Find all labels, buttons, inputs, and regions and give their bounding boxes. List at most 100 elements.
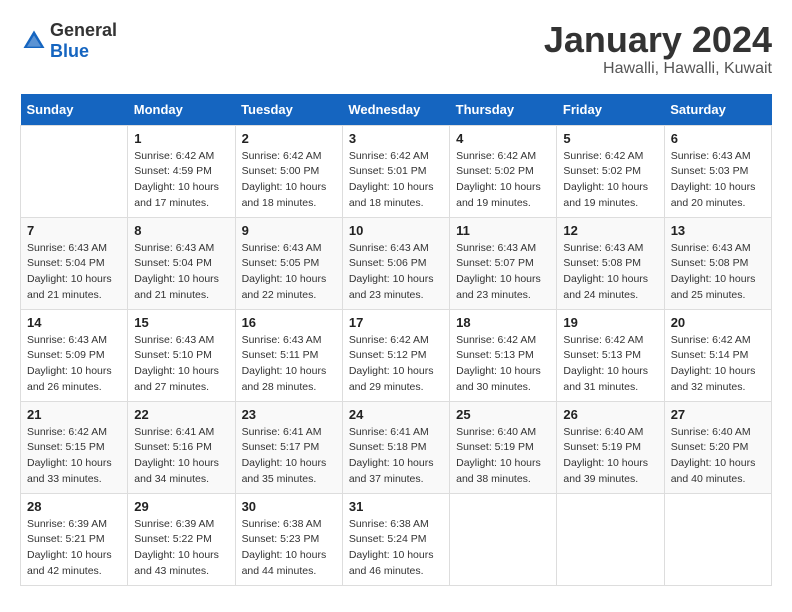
day-detail: Sunrise: 6:43 AMSunset: 5:10 PMDaylight:… — [134, 333, 228, 396]
weekday-header-row: Sunday Monday Tuesday Wednesday Thursday… — [21, 94, 772, 126]
day-detail: Sunrise: 6:41 AMSunset: 5:17 PMDaylight:… — [242, 425, 336, 488]
calendar-cell: 30Sunrise: 6:38 AMSunset: 5:23 PMDayligh… — [235, 493, 342, 585]
day-number: 22 — [134, 407, 228, 422]
calendar-cell: 9 Sunrise: 6:43 AMSunset: 5:05 PMDaylight… — [235, 217, 342, 309]
calendar-cell — [664, 493, 771, 585]
day-number: 26 — [563, 407, 657, 422]
calendar-cell: 12Sunrise: 6:43 AMSunset: 5:08 PMDayligh… — [557, 217, 664, 309]
calendar-cell: 31 Sunrise: 6:38 AMSunset: 5:24 PMDayligh… — [342, 493, 449, 585]
header-thursday: Thursday — [450, 94, 557, 126]
day-detail: Sunrise: 6:41 AMSunset: 5:16 PMDaylight:… — [134, 425, 228, 488]
calendar-cell: 29Sunrise: 6:39 AMSunset: 5:22 PMDayligh… — [128, 493, 235, 585]
day-number: 28 — [27, 499, 121, 514]
day-detail: Sunrise: 6:43 AMSunset: 5:06 PMDaylight:… — [349, 241, 443, 304]
day-number: 25 — [456, 407, 550, 422]
day-detail: Sunrise: 6:43 AMSunset: 5:08 PMDaylight:… — [563, 241, 657, 304]
day-detail: Sunrise: 6:42 AMSunset: 5:12 PMDaylight:… — [349, 333, 443, 396]
logo-general: General — [50, 20, 117, 40]
calendar-week-row: 21Sunrise: 6:42 AMSunset: 5:15 PMDayligh… — [21, 401, 772, 493]
day-number: 27 — [671, 407, 765, 422]
calendar-cell: 19Sunrise: 6:42 AMSunset: 5:13 PMDayligh… — [557, 309, 664, 401]
day-detail: Sunrise: 6:43 AMSunset: 5:04 PMDaylight:… — [134, 241, 228, 304]
calendar-cell: 7 Sunrise: 6:43 AMSunset: 5:04 PMDaylight… — [21, 217, 128, 309]
day-number: 13 — [671, 223, 765, 238]
calendar-week-row: 1 Sunrise: 6:42 AMSunset: 4:59 PMDaylight… — [21, 125, 772, 217]
day-number: 10 — [349, 223, 443, 238]
day-number: 15 — [134, 315, 228, 330]
calendar-cell — [557, 493, 664, 585]
calendar-week-row: 28 Sunrise: 6:39 AMSunset: 5:21 PMDayligh… — [21, 493, 772, 585]
day-number: 3 — [349, 131, 443, 146]
calendar-cell: 25 Sunrise: 6:40 AMSunset: 5:19 PMDayligh… — [450, 401, 557, 493]
logo: General Blue — [20, 20, 117, 62]
day-detail: Sunrise: 6:42 AMSunset: 5:13 PMDaylight:… — [456, 333, 550, 396]
day-number: 14 — [27, 315, 121, 330]
day-number: 8 — [134, 223, 228, 238]
day-number: 11 — [456, 223, 550, 238]
day-number: 29 — [134, 499, 228, 514]
day-detail: Sunrise: 6:38 AMSunset: 5:24 PMDaylight:… — [349, 517, 443, 580]
calendar-cell: 15 Sunrise: 6:43 AMSunset: 5:10 PMDayligh… — [128, 309, 235, 401]
day-number: 6 — [671, 131, 765, 146]
calendar-cell: 11 Sunrise: 6:43 AMSunset: 5:07 PMDayligh… — [450, 217, 557, 309]
calendar-cell: 22 Sunrise: 6:41 AMSunset: 5:16 PMDayligh… — [128, 401, 235, 493]
calendar-cell: 16Sunrise: 6:43 AMSunset: 5:11 PMDayligh… — [235, 309, 342, 401]
day-detail: Sunrise: 6:42 AMSunset: 5:00 PMDaylight:… — [242, 149, 336, 212]
calendar-cell: 2Sunrise: 6:42 AMSunset: 5:00 PMDaylight… — [235, 125, 342, 217]
logo-icon — [20, 27, 48, 55]
calendar-cell: 8 Sunrise: 6:43 AMSunset: 5:04 PMDaylight… — [128, 217, 235, 309]
day-detail: Sunrise: 6:43 AMSunset: 5:03 PMDaylight:… — [671, 149, 765, 212]
day-detail: Sunrise: 6:42 AMSunset: 4:59 PMDaylight:… — [134, 149, 228, 212]
day-detail: Sunrise: 6:38 AMSunset: 5:23 PMDaylight:… — [242, 517, 336, 580]
header-saturday: Saturday — [664, 94, 771, 126]
day-number: 17 — [349, 315, 443, 330]
day-number: 21 — [27, 407, 121, 422]
day-detail: Sunrise: 6:42 AMSunset: 5:02 PMDaylight:… — [456, 149, 550, 212]
day-detail: Sunrise: 6:40 AMSunset: 5:20 PMDaylight:… — [671, 425, 765, 488]
day-number: 9 — [242, 223, 336, 238]
header-monday: Monday — [128, 94, 235, 126]
day-detail: Sunrise: 6:39 AMSunset: 5:21 PMDaylight:… — [27, 517, 121, 580]
calendar-cell — [450, 493, 557, 585]
day-detail: Sunrise: 6:43 AMSunset: 5:08 PMDaylight:… — [671, 241, 765, 304]
calendar-cell: 17 Sunrise: 6:42 AMSunset: 5:12 PMDayligh… — [342, 309, 449, 401]
calendar-cell: 20 Sunrise: 6:42 AMSunset: 5:14 PMDayligh… — [664, 309, 771, 401]
calendar-cell: 26 Sunrise: 6:40 AMSunset: 5:19 PMDayligh… — [557, 401, 664, 493]
header-tuesday: Tuesday — [235, 94, 342, 126]
day-number: 16 — [242, 315, 336, 330]
day-number: 20 — [671, 315, 765, 330]
calendar-cell: 27 Sunrise: 6:40 AMSunset: 5:20 PMDayligh… — [664, 401, 771, 493]
calendar-table: Sunday Monday Tuesday Wednesday Thursday… — [20, 94, 772, 586]
day-detail: Sunrise: 6:41 AMSunset: 5:18 PMDaylight:… — [349, 425, 443, 488]
day-detail: Sunrise: 6:43 AMSunset: 5:07 PMDaylight:… — [456, 241, 550, 304]
calendar-week-row: 7 Sunrise: 6:43 AMSunset: 5:04 PMDaylight… — [21, 217, 772, 309]
calendar-cell: 6 Sunrise: 6:43 AMSunset: 5:03 PMDaylight… — [664, 125, 771, 217]
day-number: 5 — [563, 131, 657, 146]
day-detail: Sunrise: 6:40 AMSunset: 5:19 PMDaylight:… — [456, 425, 550, 488]
day-number: 7 — [27, 223, 121, 238]
day-number: 23 — [242, 407, 336, 422]
day-detail: Sunrise: 6:43 AMSunset: 5:05 PMDaylight:… — [242, 241, 336, 304]
title-section: January 2024 Hawalli, Hawalli, Kuwait — [544, 20, 772, 78]
day-detail: Sunrise: 6:40 AMSunset: 5:19 PMDaylight:… — [563, 425, 657, 488]
calendar-week-row: 14Sunrise: 6:43 AMSunset: 5:09 PMDayligh… — [21, 309, 772, 401]
day-detail: Sunrise: 6:43 AMSunset: 5:04 PMDaylight:… — [27, 241, 121, 304]
calendar-cell — [21, 125, 128, 217]
calendar-cell: 1 Sunrise: 6:42 AMSunset: 4:59 PMDaylight… — [128, 125, 235, 217]
calendar-title: January 2024 — [544, 20, 772, 60]
calendar-cell: 24Sunrise: 6:41 AMSunset: 5:18 PMDayligh… — [342, 401, 449, 493]
logo-blue: Blue — [50, 41, 89, 61]
header-sunday: Sunday — [21, 94, 128, 126]
day-detail: Sunrise: 6:42 AMSunset: 5:13 PMDaylight:… — [563, 333, 657, 396]
day-detail: Sunrise: 6:42 AMSunset: 5:14 PMDaylight:… — [671, 333, 765, 396]
calendar-cell: 14Sunrise: 6:43 AMSunset: 5:09 PMDayligh… — [21, 309, 128, 401]
day-number: 1 — [134, 131, 228, 146]
calendar-cell: 23 Sunrise: 6:41 AMSunset: 5:17 PMDayligh… — [235, 401, 342, 493]
day-number: 31 — [349, 499, 443, 514]
calendar-cell: 28 Sunrise: 6:39 AMSunset: 5:21 PMDayligh… — [21, 493, 128, 585]
calendar-cell: 13 Sunrise: 6:43 AMSunset: 5:08 PMDayligh… — [664, 217, 771, 309]
calendar-cell: 3Sunrise: 6:42 AMSunset: 5:01 PMDaylight… — [342, 125, 449, 217]
calendar-subtitle: Hawalli, Hawalli, Kuwait — [544, 60, 772, 78]
calendar-cell: 21Sunrise: 6:42 AMSunset: 5:15 PMDayligh… — [21, 401, 128, 493]
calendar-cell: 10 Sunrise: 6:43 AMSunset: 5:06 PMDayligh… — [342, 217, 449, 309]
